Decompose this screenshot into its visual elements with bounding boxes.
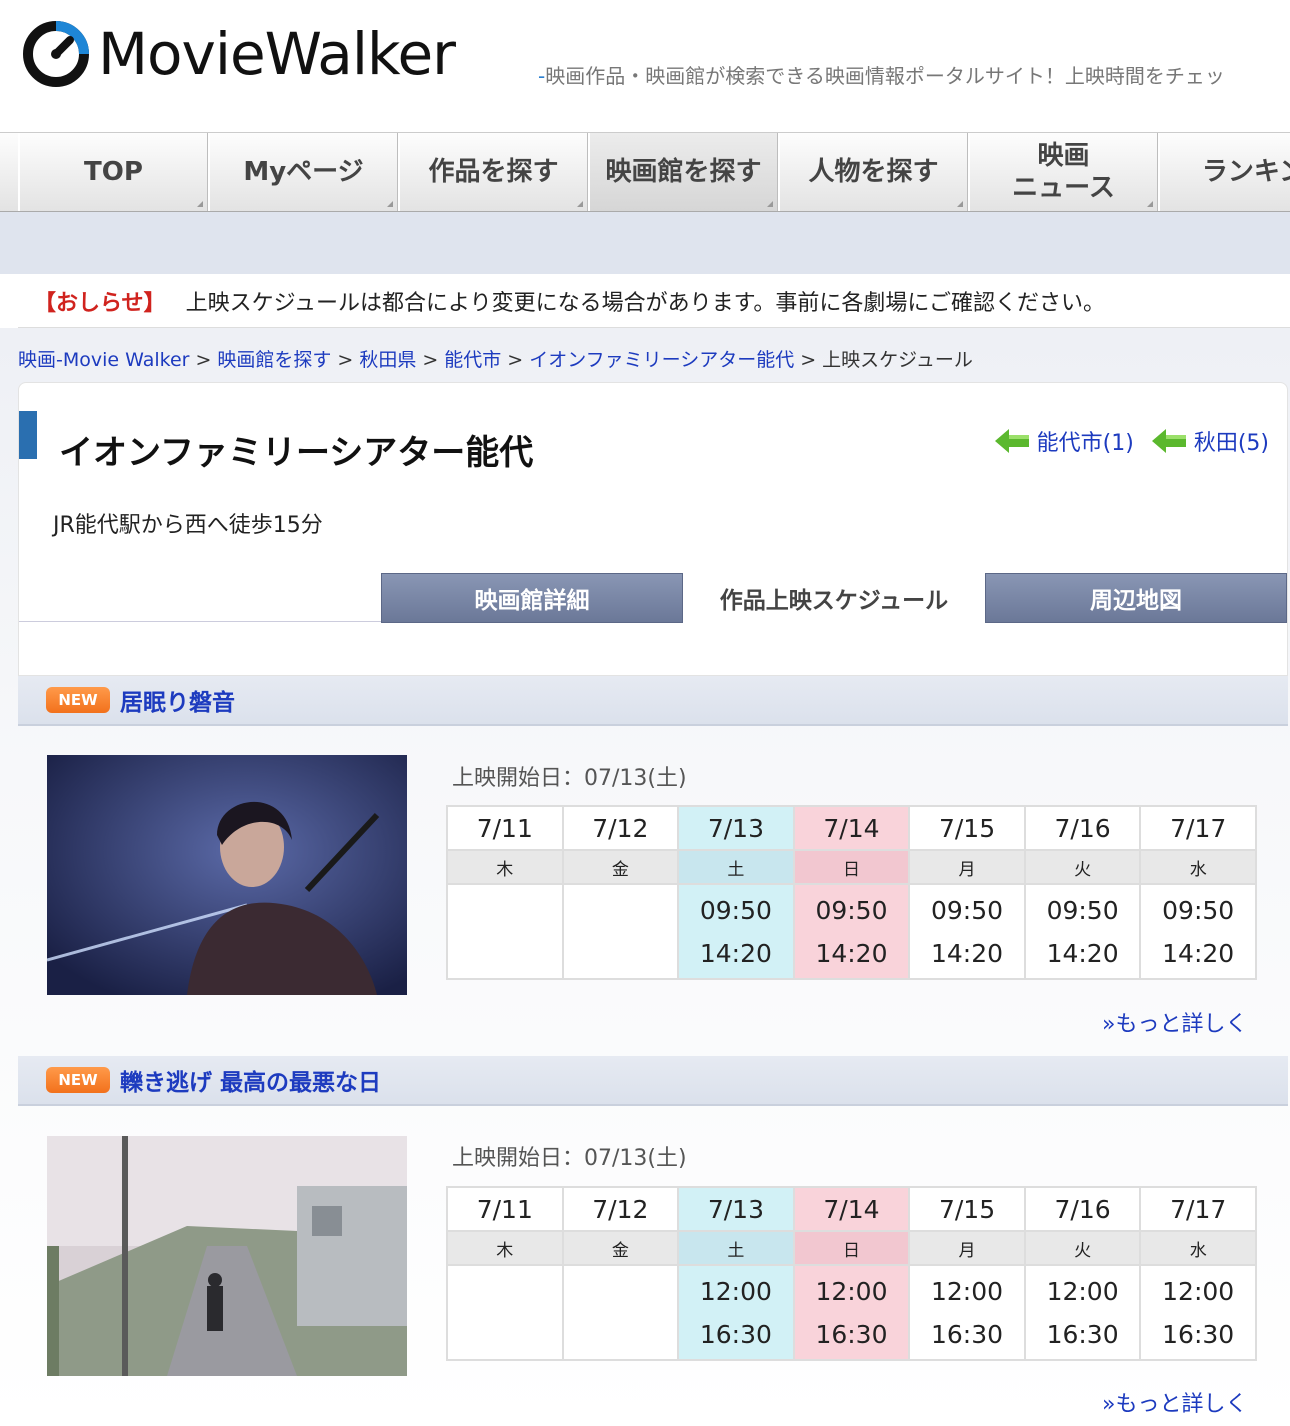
showtimes: [446, 883, 564, 980]
new-badge: NEW: [46, 1067, 110, 1093]
schedule-date: 7/13: [677, 1186, 795, 1232]
tab-schedule[interactable]: 作品上映スケジュール: [683, 573, 985, 623]
theater-name: イオンファミリーシアター能代: [59, 433, 534, 473]
breadcrumb: 映画-Movie Walker > 映画館を探す > 秋田県 > 能代市 > イオンファミリーシ…: [18, 349, 973, 371]
logo-text: MovieWalker: [98, 20, 456, 88]
schedule-day: 水: [1139, 849, 1257, 885]
schedule-date: 7/12: [561, 1186, 680, 1232]
new-badge: NEW: [46, 687, 110, 713]
schedule-date: 7/14: [792, 805, 911, 851]
schedule-date: 7/17: [1139, 805, 1257, 851]
nav-movie-news[interactable]: 映画 ニュース: [968, 133, 1158, 211]
schedule-day: 金: [561, 849, 680, 885]
schedule-day: 月: [908, 1230, 1026, 1266]
theater-access: JR能代駅から西へ徒歩15分: [53, 513, 323, 538]
breadcrumb-prefecture[interactable]: 秋田県: [359, 349, 416, 371]
schedule-date: 7/16: [1023, 805, 1142, 851]
schedule-day: 火: [1023, 849, 1142, 885]
breadcrumb-search-theaters[interactable]: 映画館を探す: [217, 349, 331, 371]
schedule-day: 木: [446, 849, 564, 885]
schedule-date: 7/11: [446, 805, 564, 851]
more-details-link[interactable]: »もっと詳しく: [1102, 1386, 1247, 1418]
area-links: 能代市(1) 秋田(5): [994, 425, 1269, 457]
tab-map[interactable]: 周辺地図: [985, 573, 1287, 623]
breadcrumb-city[interactable]: 能代市: [444, 349, 501, 371]
showtimes: 09:50 14:20: [908, 883, 1026, 980]
green-arrow-left-icon: [994, 429, 1029, 453]
nav-top[interactable]: TOP: [18, 133, 208, 211]
green-arrow-left-icon: [1151, 429, 1186, 453]
schedule-table: 7/11 7/12 7/13 7/14 7/15 7/16 7/17 木 金 土…: [446, 805, 1257, 980]
showtimes: 12:00 16:30: [1139, 1264, 1257, 1361]
showtimes: 12:00 16:30: [677, 1264, 795, 1361]
nav-mypage[interactable]: Myページ: [208, 133, 398, 211]
schedule-day: 土: [677, 1230, 795, 1266]
theater-tabs: 映画館詳細 作品上映スケジュール 周辺地図: [381, 573, 1287, 623]
theater-panel: イオンファミリーシアター能代 能代市(1) 秋田(5) JR能代駅から西へ徒歩1…: [18, 382, 1288, 676]
notice-bar: 【おしらせ】 上映スケジュールは都合により変更になる場合があります。事前に各劇場…: [18, 274, 1290, 328]
showtimes: 12:00 16:30: [792, 1264, 911, 1361]
schedule-date: 7/12: [561, 805, 680, 851]
site-header: MovieWalker -映画作品・映画館が検索できる映画情報ポータルサイト！上…: [0, 0, 1290, 130]
area-link-region[interactable]: 秋田(5): [1151, 425, 1269, 457]
schedule-date: 7/13: [677, 805, 795, 851]
global-nav: TOP Myページ 作品を探す 映画館を探す 人物を探す 映画 ニュース ランキ…: [0, 132, 1290, 212]
showtimes: [446, 1264, 564, 1361]
schedule-day: 日: [792, 849, 911, 885]
nav-search-people[interactable]: 人物を探す: [778, 133, 968, 211]
poster-image: [47, 1136, 407, 1376]
release-date: 上映開始日：07/13(土): [452, 1146, 687, 1171]
schedule-date: 7/11: [446, 1186, 564, 1232]
breadcrumb-current: 上映スケジュール: [822, 349, 973, 371]
showtimes: [561, 883, 680, 980]
breadcrumb-home[interactable]: 映画-Movie Walker: [18, 349, 189, 371]
title-accent-bar: [19, 411, 37, 459]
movie-title-link[interactable]: 居眠り磐音: [120, 683, 235, 717]
showtimes: 09:50 14:20: [1023, 883, 1142, 980]
movie-poster[interactable]: [47, 755, 407, 995]
nav-ranking[interactable]: ランキン: [1158, 133, 1290, 211]
moviewalker-logo-icon: [23, 21, 89, 87]
movie-header: NEW 轢き逃げ 最高の最悪な日: [18, 1056, 1288, 1106]
more-details-link[interactable]: »もっと詳しく: [1102, 1006, 1247, 1038]
showtimes: 09:50 14:20: [677, 883, 795, 980]
showtimes: 12:00 16:30: [908, 1264, 1026, 1361]
showtimes: 12:00 16:30: [1023, 1264, 1142, 1361]
site-logo[interactable]: MovieWalker: [20, 18, 456, 90]
showtimes: 09:50 14:20: [792, 883, 911, 980]
area-link-city[interactable]: 能代市(1): [994, 425, 1134, 457]
movie-title-link[interactable]: 轢き逃げ 最高の最悪な日: [120, 1063, 381, 1097]
schedule-date: 7/17: [1139, 1186, 1257, 1232]
nav-search-movies[interactable]: 作品を探す: [398, 133, 588, 211]
movie-poster[interactable]: [47, 1136, 407, 1376]
nav-search-theaters[interactable]: 映画館を探す: [588, 133, 778, 211]
schedule-day: 水: [1139, 1230, 1257, 1266]
schedule-day: 金: [561, 1230, 680, 1266]
poster-image: [47, 755, 407, 995]
tab-theater-details[interactable]: 映画館詳細: [381, 573, 683, 623]
notice-text: 上映スケジュールは都合により変更になる場合があります。事前に各劇場にご確認くださ…: [185, 290, 1105, 316]
schedule-date: 7/16: [1023, 1186, 1142, 1232]
showtimes: 09:50 14:20: [1139, 883, 1257, 980]
schedule-day: 火: [1023, 1230, 1142, 1266]
movie-header: NEW 居眠り磐音: [18, 676, 1288, 726]
schedule-table: 7/11 7/12 7/13 7/14 7/15 7/16 7/17 木 金 土…: [446, 1186, 1257, 1361]
showtimes: [561, 1264, 680, 1361]
notice-tag: 【おしらせ】: [34, 290, 166, 316]
schedule-day: 土: [677, 849, 795, 885]
schedule-day: 日: [792, 1230, 911, 1266]
release-date: 上映開始日：07/13(土): [452, 766, 687, 791]
schedule-date: 7/15: [908, 1186, 1026, 1232]
breadcrumb-theater[interactable]: イオンファミリーシアター能代: [529, 349, 794, 371]
schedule-day: 月: [908, 849, 1026, 885]
schedule-date: 7/15: [908, 805, 1026, 851]
site-tagline: -映画作品・映画館が検索できる映画情報ポータルサイト！上映時間をチェッ: [538, 64, 1225, 88]
nav-spacer: [0, 212, 1290, 274]
schedule-date: 7/14: [792, 1186, 911, 1232]
schedule-day: 木: [446, 1230, 564, 1266]
